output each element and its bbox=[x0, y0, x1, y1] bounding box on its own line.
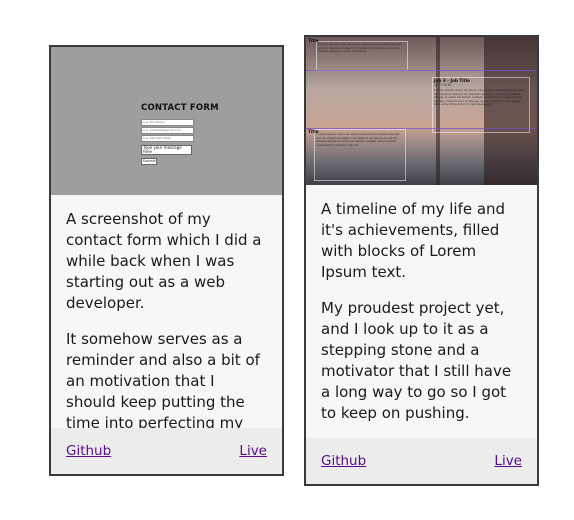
form-field-phone: e.g. 050 000 0000 bbox=[141, 135, 194, 142]
live-link[interactable]: Live bbox=[494, 453, 522, 469]
project-card-contact-form: CONTACT FORM e.g. Full Name e.g. example… bbox=[49, 45, 284, 476]
project-card-timeline: Title Lorem ipsum dolor sit amet consect… bbox=[304, 35, 539, 486]
form-submit-button: Submit bbox=[141, 158, 157, 165]
description-paragraph: A screenshot of my contact form which I … bbox=[66, 210, 262, 312]
project-description: A timeline of my life and it's achieveme… bbox=[306, 185, 537, 424]
live-link[interactable]: Live bbox=[239, 443, 267, 459]
card-footer: Github Live bbox=[51, 428, 282, 474]
form-field-email: e.g. example@gmail.com bbox=[141, 127, 194, 134]
description-paragraph: My proudest project yet, and I look up t… bbox=[321, 299, 512, 422]
form-field-name: e.g. Full Name bbox=[141, 119, 194, 126]
contact-form-screenshot: CONTACT FORM e.g. Full Name e.g. example… bbox=[51, 47, 282, 195]
timeline-screenshot: Title Lorem ipsum dolor sit amet consect… bbox=[306, 37, 537, 185]
github-link[interactable]: Github bbox=[321, 453, 366, 469]
timeline-line bbox=[306, 70, 537, 71]
timeline-line bbox=[306, 128, 537, 129]
description-paragraph: A timeline of my life and it's achieveme… bbox=[321, 200, 506, 281]
form-field-message: Type your message here bbox=[141, 145, 192, 155]
timeline-heading: Title bbox=[308, 38, 319, 43]
contact-form-title: CONTACT FORM bbox=[141, 103, 219, 113]
project-description: A screenshot of my contact form which I … bbox=[51, 195, 282, 455]
github-link[interactable]: Github bbox=[66, 443, 111, 459]
card-footer: Github Live bbox=[306, 438, 537, 484]
